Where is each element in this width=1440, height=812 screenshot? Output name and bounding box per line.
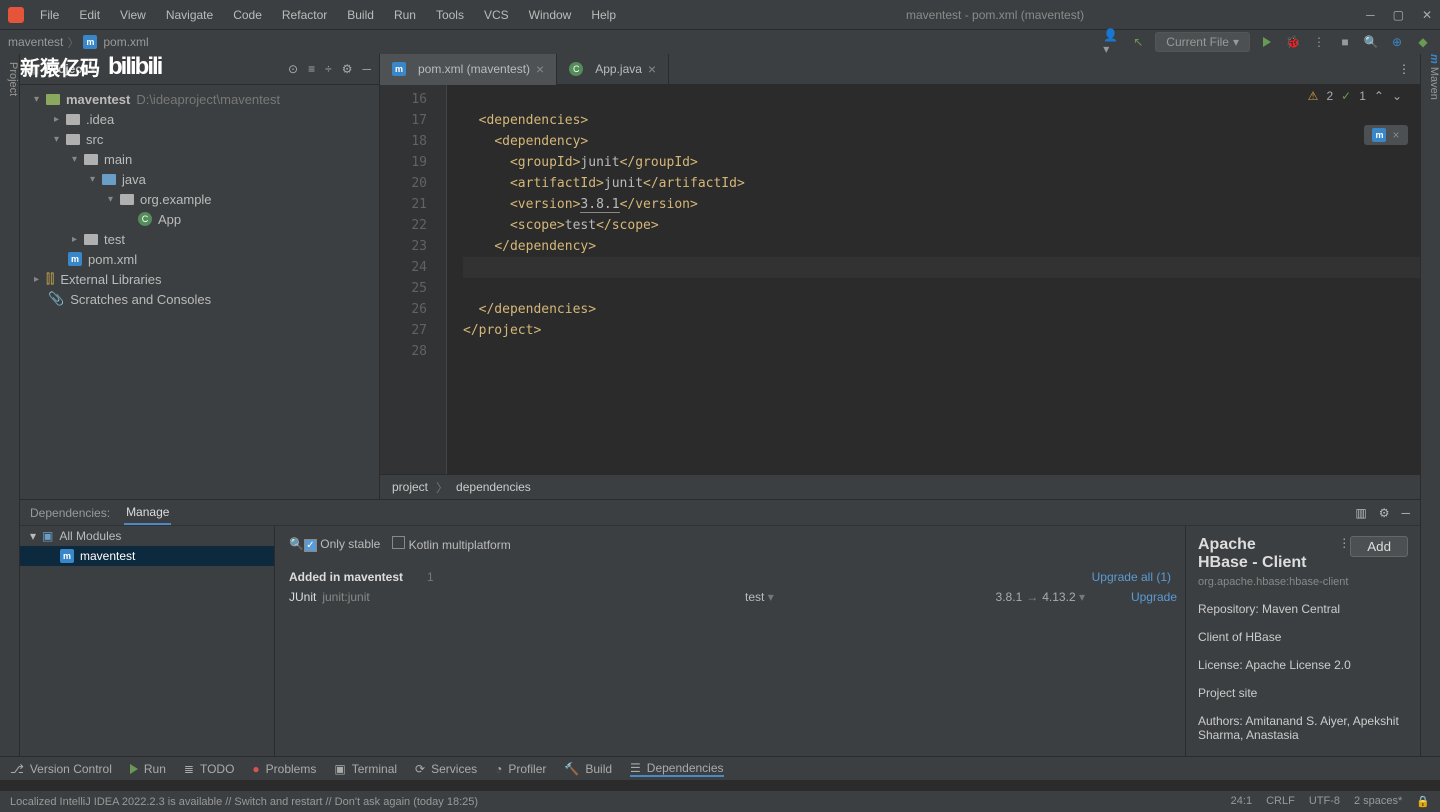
line-gutter: 16171819202122232425262728 [380, 85, 435, 474]
class-icon: C [138, 212, 152, 226]
collapse-icon[interactable]: ÷ [325, 62, 332, 76]
more-run-icon[interactable]: ⋮ [1310, 33, 1328, 51]
editor-area: mpom.xml (maventest)× CApp.java× ⋮ ⚠2 ✓1… [380, 54, 1420, 499]
menu-build[interactable]: Build [339, 4, 382, 26]
menu-refactor[interactable]: Refactor [274, 4, 335, 26]
debug-icon[interactable]: 🐞 [1284, 33, 1302, 51]
run-tab[interactable]: Run [130, 762, 166, 776]
editor-breadcrumb[interactable]: project〉dependencies [380, 474, 1420, 499]
kotlin-mp-checkbox[interactable]: Kotlin multiplatform [392, 536, 510, 552]
upgrade-link[interactable]: Upgrade [1131, 590, 1177, 604]
menu-vcs[interactable]: VCS [476, 4, 517, 26]
more-icon[interactable]: ⋮ [1338, 536, 1350, 550]
menu-view[interactable]: View [112, 4, 154, 26]
breadcrumb-project[interactable]: maventest [8, 35, 63, 49]
user-icon[interactable]: 👤▾ [1103, 33, 1121, 51]
caret-position[interactable]: 24:1 [1231, 795, 1252, 808]
app-icon [8, 7, 24, 23]
bottom-tool-stripe: ⎇Version Control Run ≣TODO ●Problems ▣Te… [0, 756, 1440, 780]
minimize-panel-icon[interactable]: ─ [1401, 506, 1410, 520]
dependencies-tab[interactable]: ☰Dependencies [630, 761, 724, 777]
build-tab[interactable]: 🔨Build [564, 762, 612, 776]
assist-icon[interactable]: ⊕ [1388, 33, 1406, 51]
project-tree[interactable]: ▾maventestD:\ideaproject\maventest ▸.ide… [20, 85, 379, 313]
settings-icon[interactable]: ⚙ [342, 62, 353, 76]
project-site-link[interactable]: Project site [1198, 686, 1408, 700]
menu-edit[interactable]: Edit [71, 4, 108, 26]
ide-icon[interactable]: ◆ [1414, 33, 1432, 51]
menu-file[interactable]: File [32, 4, 67, 26]
status-message[interactable]: Localized IntelliJ IDEA 2022.2.3 is avai… [10, 796, 478, 808]
title-bar: File Edit View Navigate Code Refactor Bu… [0, 0, 1440, 30]
upgrade-all-link[interactable]: Upgrade all (1) [1092, 570, 1171, 584]
problems-tab[interactable]: ●Problems [252, 762, 316, 776]
maven-file-icon: m [83, 35, 97, 49]
add-button[interactable]: Add [1350, 536, 1408, 557]
terminal-tab[interactable]: ▣Terminal [334, 762, 397, 776]
minimize-icon[interactable]: ─ [1366, 8, 1375, 22]
search-icon[interactable]: 🔍 [1362, 33, 1380, 51]
dependencies-panel: Dependencies: Manage ▥ ⚙ ─ ▾▣All Modules… [20, 499, 1420, 780]
stop-icon[interactable]: ■ [1336, 33, 1354, 51]
nav-bar: maventest 〉 m pom.xml 👤▾ ↖ Current File … [0, 30, 1440, 54]
indent[interactable]: 2 spaces* [1354, 795, 1402, 808]
menu-help[interactable]: Help [583, 4, 624, 26]
tab-app[interactable]: CApp.java× [557, 54, 669, 85]
maven-file-icon: m [68, 252, 82, 266]
close-icon[interactable]: ✕ [1422, 8, 1432, 22]
breadcrumb-file[interactable]: pom.xml [103, 35, 148, 49]
services-tab[interactable]: ⟳Services [415, 762, 477, 776]
layout-icon[interactable]: ▥ [1355, 506, 1366, 520]
tab-close-icon[interactable]: × [536, 61, 544, 77]
window-title: maventest - pom.xml (maventest) [624, 8, 1366, 22]
hide-icon[interactable]: ─ [362, 62, 371, 76]
menu-navigate[interactable]: Navigate [158, 4, 221, 26]
tab-pom[interactable]: mpom.xml (maventest)× [380, 54, 557, 85]
run-config-selector[interactable]: Current File ▾ [1155, 32, 1250, 52]
run-icon[interactable] [1258, 33, 1276, 51]
main-menu: File Edit View Navigate Code Refactor Bu… [32, 4, 624, 26]
menu-window[interactable]: Window [521, 4, 580, 26]
tab-close-icon[interactable]: × [648, 61, 656, 77]
dependency-detail: Add ⋮ Apache HBase - Client org.apache.h… [1185, 526, 1420, 780]
readonly-icon[interactable]: 🔒 [1416, 795, 1430, 808]
locate-icon[interactable]: ⊙ [288, 62, 298, 76]
menu-code[interactable]: Code [225, 4, 270, 26]
line-separator[interactable]: CRLF [1266, 795, 1295, 808]
back-icon[interactable]: ↖ [1129, 33, 1147, 51]
project-view-title[interactable]: Project [45, 62, 86, 76]
todo-tab[interactable]: ≣TODO [184, 762, 235, 776]
editor-tabs: mpom.xml (maventest)× CApp.java× ⋮ [380, 54, 1420, 85]
right-tool-stripe[interactable]: m Maven [1420, 54, 1440, 780]
manage-tab[interactable]: Manage [124, 501, 171, 525]
profiler-tab[interactable]: ◔Profiler [495, 762, 546, 776]
left-tool-stripe[interactable]: Project [0, 54, 20, 780]
project-tool-window: ▦ Project ▾ ⊙ ≡ ÷ ⚙ ─ ▾maventestD:\ideap… [20, 54, 380, 499]
gear-icon[interactable]: ⚙ [1379, 506, 1390, 520]
status-bar: Localized IntelliJ IDEA 2022.2.3 is avai… [0, 790, 1440, 812]
vcs-tab[interactable]: ⎇Version Control [10, 762, 112, 776]
only-stable-checkbox[interactable]: ✓ Only stable [304, 537, 380, 552]
menu-run[interactable]: Run [386, 4, 424, 26]
dependency-row[interactable]: JUnitjunit:junit test ▾ 3.8.1→4.13.2 ▾ U… [289, 590, 1171, 604]
license-link[interactable]: License: Apache License 2.0 [1198, 658, 1408, 672]
menu-tools[interactable]: Tools [428, 4, 472, 26]
dependency-list: 🔍 ✓ Only stable Kotlin multiplatform Add… [275, 526, 1185, 780]
modules-list[interactable]: ▾▣All Modules mmaventest [20, 526, 275, 780]
search-icon[interactable]: 🔍 [289, 537, 304, 551]
tab-menu-icon[interactable]: ⋮ [1398, 62, 1410, 76]
code-editor[interactable]: ⚠2 ✓1 ⌃⌄ m× 16171819202122232425262728 <… [380, 85, 1420, 474]
encoding[interactable]: UTF-8 [1309, 795, 1340, 808]
maximize-icon[interactable]: ▢ [1393, 8, 1404, 22]
expand-icon[interactable]: ≡ [308, 62, 315, 76]
